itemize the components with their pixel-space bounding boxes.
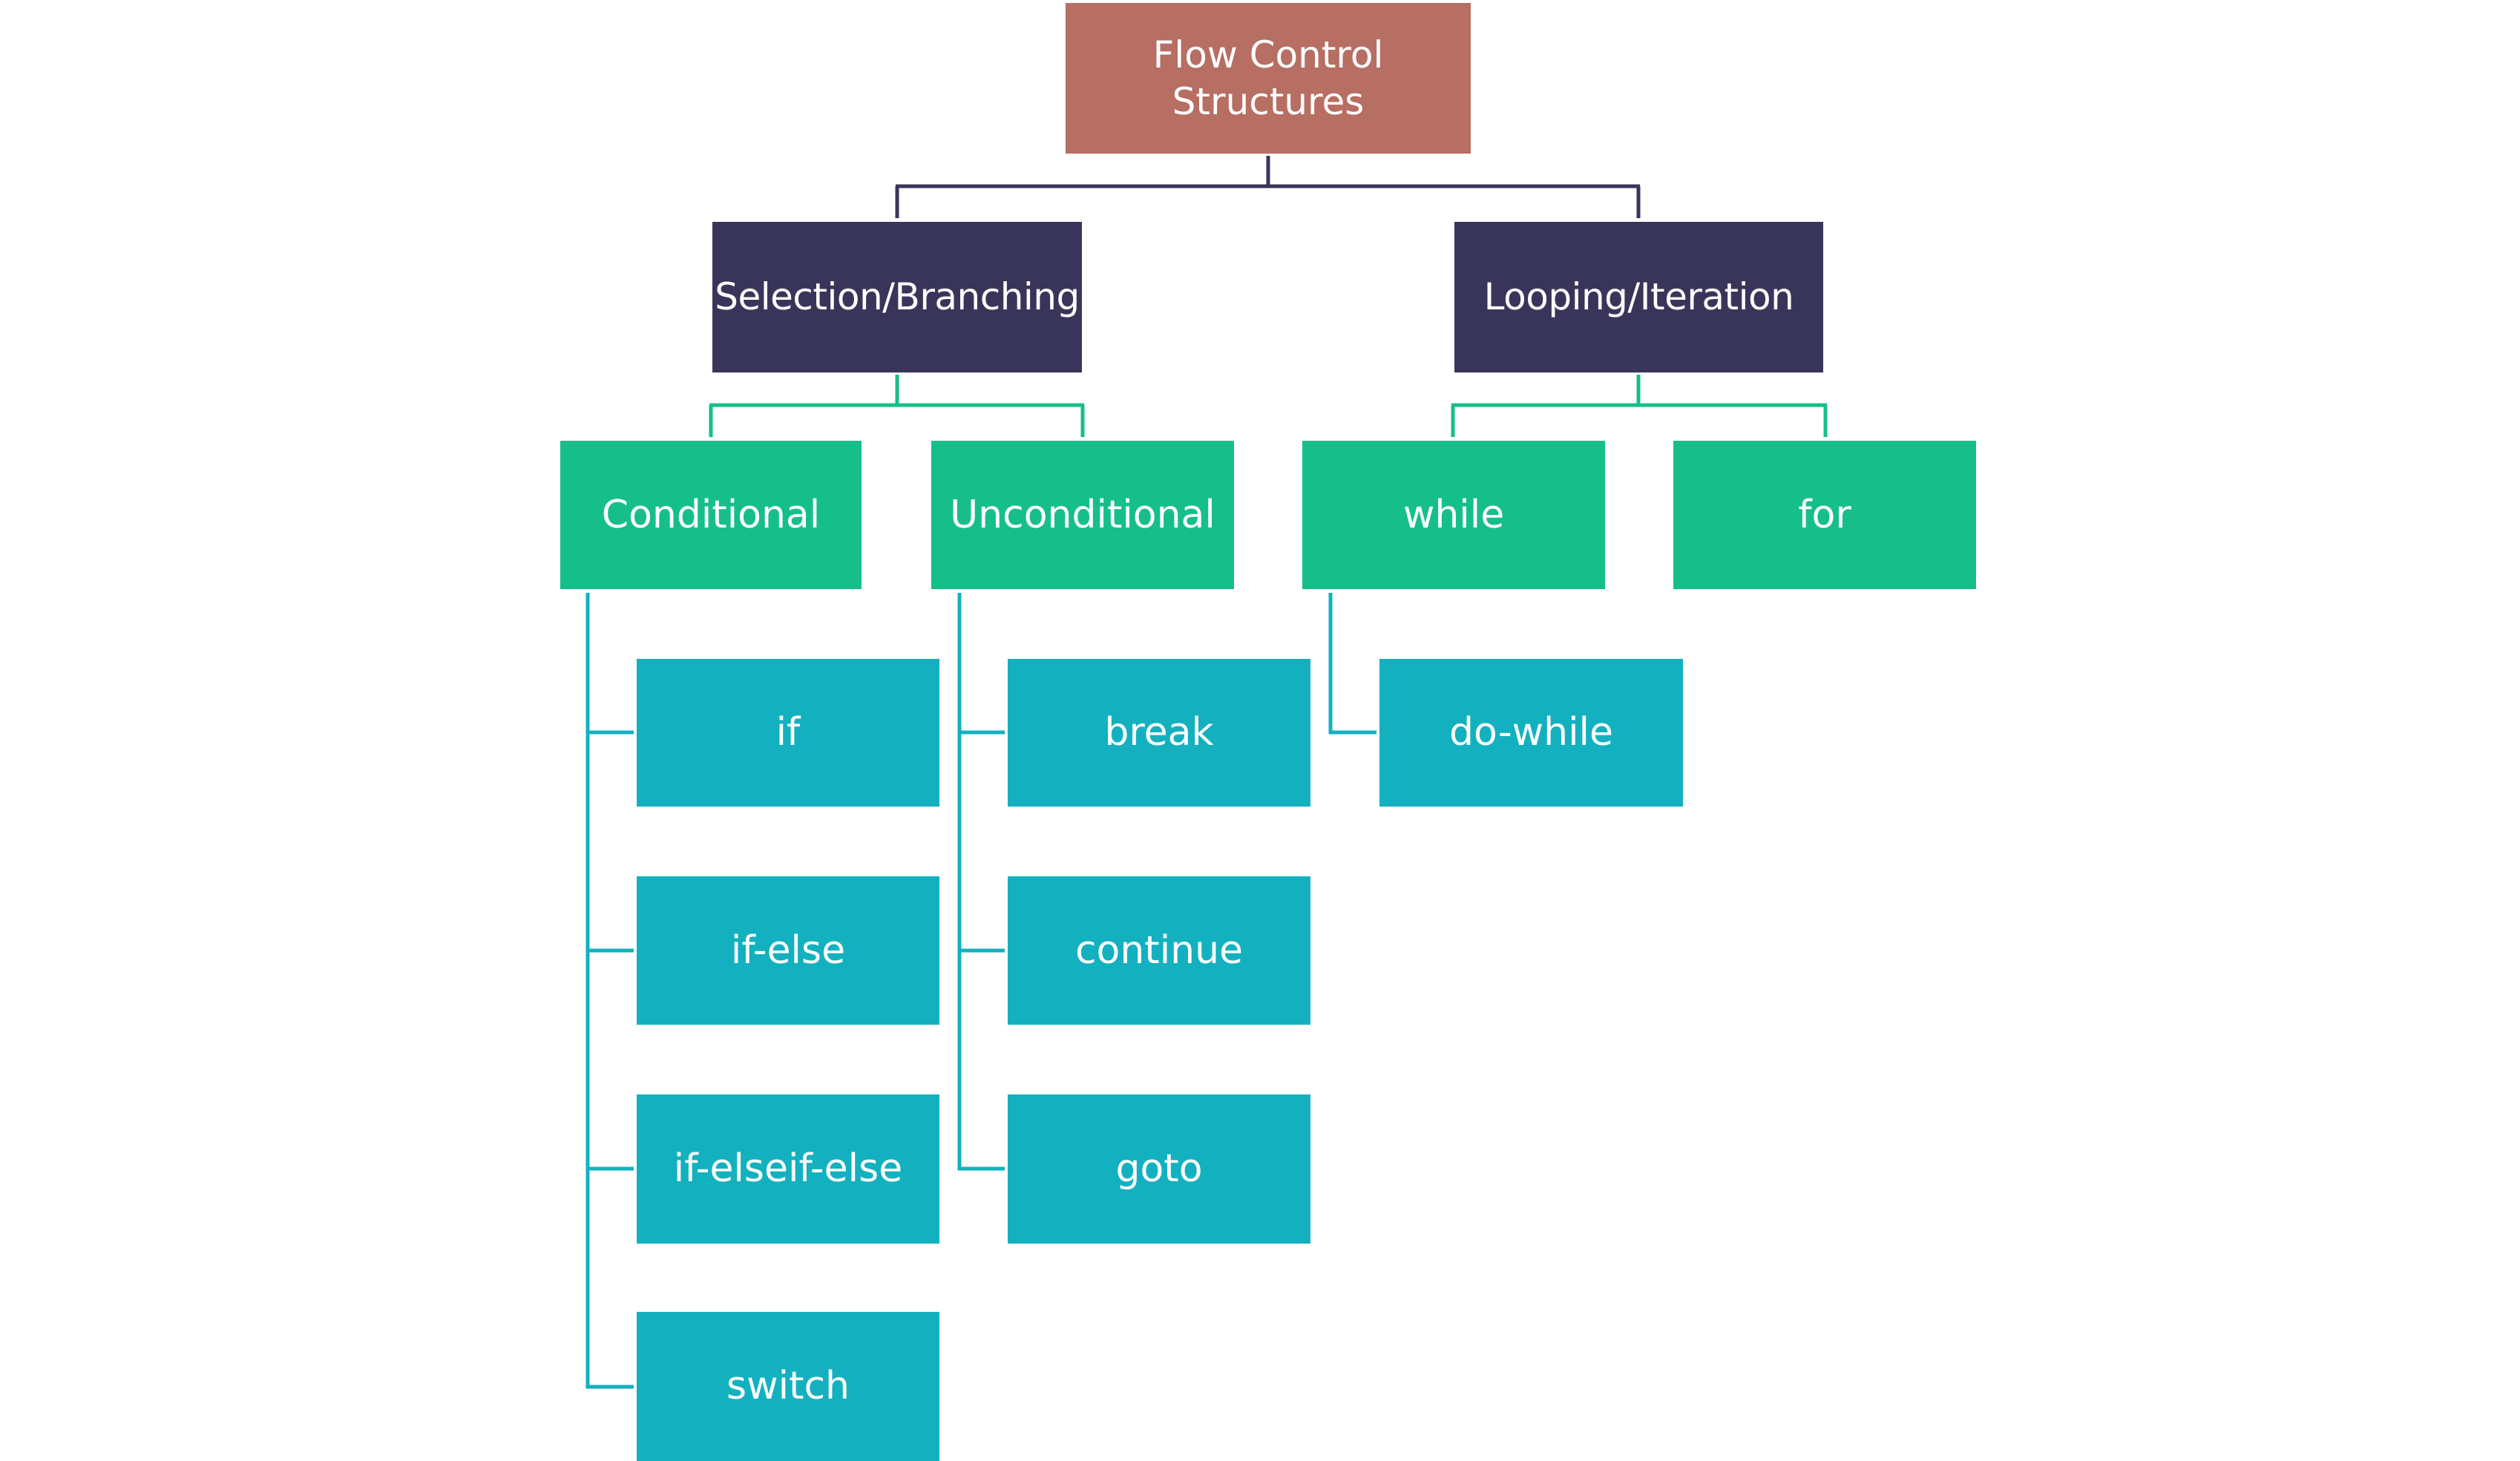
root-node-label: Flow Control Structures	[1152, 33, 1384, 123]
node-goto[interactable]: goto	[1008, 1094, 1310, 1244]
unconditional-spine	[957, 593, 1005, 1171]
node-label: goto	[1115, 1146, 1203, 1191]
node-break[interactable]: break	[1008, 659, 1310, 807]
node-label: break	[1104, 710, 1214, 755]
node-label: continue	[1074, 928, 1244, 973]
node-label: if	[775, 710, 801, 755]
node-do-while[interactable]: do-while	[1379, 659, 1683, 807]
node-label: if-else	[730, 928, 846, 973]
conditional-spine	[585, 593, 634, 1389]
category-connectors	[709, 375, 1828, 437]
node-while[interactable]: while	[1302, 441, 1605, 589]
root-connectors	[895, 156, 1641, 218]
node-selection-branching[interactable]: Selection/Branching	[712, 222, 1082, 372]
node-continue[interactable]: continue	[1008, 876, 1310, 1025]
root-node-flow-control-structures[interactable]: Flow Control Structures	[1066, 3, 1471, 154]
node-label: while	[1402, 492, 1505, 537]
node-for[interactable]: for	[1673, 441, 1976, 589]
node-label: Conditional	[601, 492, 821, 537]
node-switch[interactable]: switch	[637, 1312, 939, 1461]
node-if[interactable]: if	[637, 659, 939, 807]
node-unconditional[interactable]: Unconditional	[931, 441, 1234, 589]
node-if-elseif-else[interactable]: if-elseif-else	[637, 1094, 939, 1244]
node-if-else[interactable]: if-else	[637, 876, 939, 1025]
while-spine	[1328, 593, 1377, 735]
node-label: Selection/Branching	[715, 275, 1080, 319]
node-label: do-while	[1449, 710, 1613, 755]
node-conditional[interactable]: Conditional	[560, 441, 862, 589]
node-label: for	[1798, 492, 1851, 537]
node-label: Looping/Iteration	[1483, 275, 1794, 319]
node-looping-iteration[interactable]: Looping/Iteration	[1454, 222, 1823, 372]
node-label: Unconditional	[950, 492, 1215, 537]
node-label: switch	[726, 1364, 850, 1408]
node-label: if-elseif-else	[673, 1146, 903, 1191]
